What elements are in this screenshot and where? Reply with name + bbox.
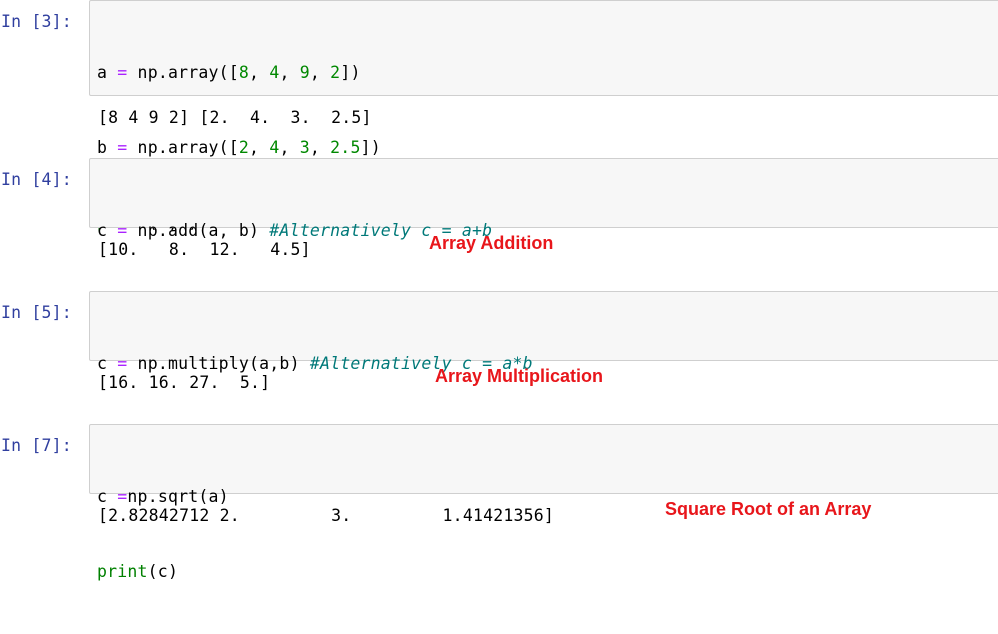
annotation-array-multiplication: Array Multiplication	[435, 366, 604, 386]
code-token: a	[97, 63, 118, 82]
cell-output: [8 4 9 2] [2. 4. 3. 2.5]	[98, 108, 372, 127]
code-token: ])	[340, 63, 361, 82]
code-token: ,	[309, 63, 331, 82]
code-token: np.array([	[127, 63, 239, 82]
code-token: np.array([	[127, 138, 239, 157]
annotation-array-addition: Array Addition	[429, 233, 554, 253]
cell-prompt: In [7]:	[1, 436, 72, 455]
code-token: np.sqrt(a)	[127, 487, 229, 506]
code-token: ,	[309, 138, 331, 157]
code-line: print(c)	[97, 559, 229, 584]
cell-output: [10. 8. 12. 4.5]	[98, 240, 311, 259]
code-token: c	[97, 354, 118, 373]
code-input-area[interactable]: a = np.array([8, 4, 9, 2]) b = np.array(…	[89, 0, 998, 232]
operator-token: =	[117, 487, 128, 506]
number-token: 4	[269, 138, 280, 157]
code-input-area[interactable]: c = np.add(a, b) #Alternatively c = a+b …	[89, 158, 998, 315]
code-input-area[interactable]: c =np.sqrt(a) print(c)	[89, 424, 998, 581]
number-token: 4	[269, 63, 280, 82]
code-token: ,	[249, 138, 270, 157]
number-token: 2	[330, 63, 341, 82]
code-token: ,	[249, 63, 270, 82]
number-token: 9	[299, 63, 310, 82]
number-token: 8	[238, 63, 250, 82]
annotation-square-root: Square Root of an Array	[665, 499, 872, 519]
code-token: b	[97, 138, 118, 157]
code-token: np.multiply(a,b)	[127, 354, 310, 373]
code-input-area[interactable]: c = np.multiply(a,b) #Alternatively c = …	[89, 291, 998, 448]
number-token: 2.5	[330, 138, 361, 157]
operator-token: =	[117, 63, 128, 82]
code-token: c	[97, 487, 118, 506]
cell-output: [16. 16. 27. 5.]	[98, 373, 271, 392]
code-line: a = np.array([8, 4, 9, 2])	[97, 60, 381, 85]
code-token: (c)	[147, 562, 179, 581]
operator-token: =	[117, 221, 128, 240]
builtin-token: print	[97, 562, 148, 581]
code-block: c =np.sqrt(a) print(c)	[97, 434, 229, 634]
code-token: ,	[279, 138, 300, 157]
cell-output: [2.82842712 2. 3. 1.41421356]	[98, 506, 555, 525]
code-line: b = np.array([2, 4, 3, 2.5])	[97, 135, 381, 160]
operator-token: =	[117, 138, 128, 157]
code-token: ,	[279, 63, 300, 82]
code-token: np.add(a, b)	[127, 221, 270, 240]
number-token: 2	[238, 138, 250, 157]
cell-prompt: In [3]:	[1, 12, 72, 31]
code-token: ])	[360, 138, 381, 157]
operator-token: =	[117, 354, 128, 373]
cell-prompt: In [4]:	[1, 170, 72, 189]
number-token: 3	[299, 138, 310, 157]
cell-prompt: In [5]:	[1, 303, 72, 322]
code-token: c	[97, 221, 118, 240]
